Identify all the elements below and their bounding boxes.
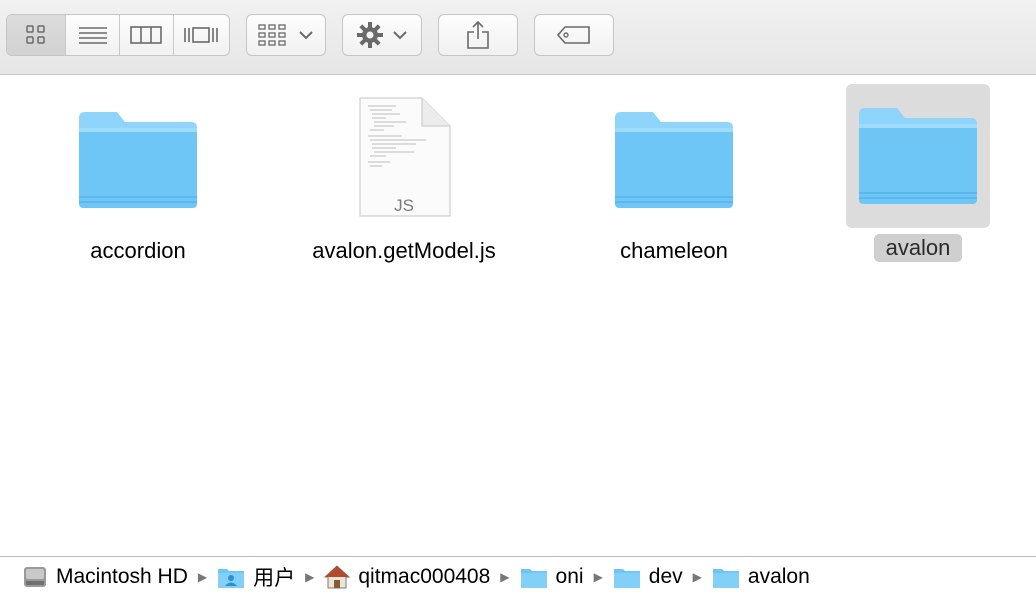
path-label: 用户 [253,566,296,590]
folder-item-chameleon[interactable]: chameleon [564,100,784,270]
share-button[interactable] [438,14,518,56]
folder-icon [615,112,733,208]
folder-item-accordion[interactable]: accordion [28,100,248,270]
toolbar [0,0,1036,75]
column-view-button[interactable] [120,15,174,55]
icon-view-button[interactable] [7,15,67,55]
path-item-oni[interactable]: oni [520,565,584,589]
path-item-macintosh-hd[interactable]: Macintosh HD [22,564,188,590]
path-label: Macintosh HD [56,564,188,588]
folder-icon [712,568,739,588]
list-view-icon [78,27,107,44]
cover-flow-view-button[interactable] [174,15,230,55]
tag-icon [556,26,590,44]
path-separator-icon: ▶ [593,569,603,584]
path-item-home[interactable]: qitmac000408 [324,564,490,590]
path-label: avalon [747,564,810,588]
arrange-grid-icon [258,24,286,46]
folder-icon [859,108,977,204]
file-type-badge: JS [394,196,414,215]
path-bar: Macintosh HD ▶ 用户 ▶ qitmac000408 ▶ oni ▶ [0,556,1036,596]
item-label-selected: avalon [874,234,962,262]
path-separator-icon: ▶ [197,569,208,584]
users-folder-icon [218,568,245,588]
path-separator-icon: ▶ [305,569,315,584]
item-label: chameleon [620,238,728,263]
path-item-avalon[interactable]: avalon [712,565,810,589]
folder-icon [79,112,197,208]
path-item-users[interactable]: 用户 [217,562,295,592]
column-view-icon [130,26,163,44]
path-separator-icon: ▶ [500,569,510,584]
chevron-down-icon [299,31,313,40]
icon-view-icon [26,25,45,44]
path-label: qitmac000408 [358,564,491,588]
view-switcher [6,14,230,56]
item-label: avalon.getModel.js [312,238,496,263]
arrange-button[interactable] [246,14,326,56]
folder-icon [613,568,640,588]
cover-flow-view-icon [184,27,219,43]
file-item-avalon-getmodel-js[interactable]: JS avalon.getModel.js [294,97,514,270]
tag-button[interactable] [534,14,614,56]
share-icon [467,20,489,49]
hard-drive-icon [24,566,46,587]
item-label: accordion [90,238,186,263]
folder-icon [520,568,547,588]
chevron-down-icon [393,31,407,40]
home-icon [324,564,351,588]
list-view-button[interactable] [66,15,120,55]
path-separator-icon: ▶ [692,569,702,584]
path-label: dev [648,564,683,588]
gear-icon [357,22,383,48]
action-button[interactable] [342,14,422,56]
path-item-dev[interactable]: dev [613,565,683,589]
path-label: oni [555,564,584,588]
